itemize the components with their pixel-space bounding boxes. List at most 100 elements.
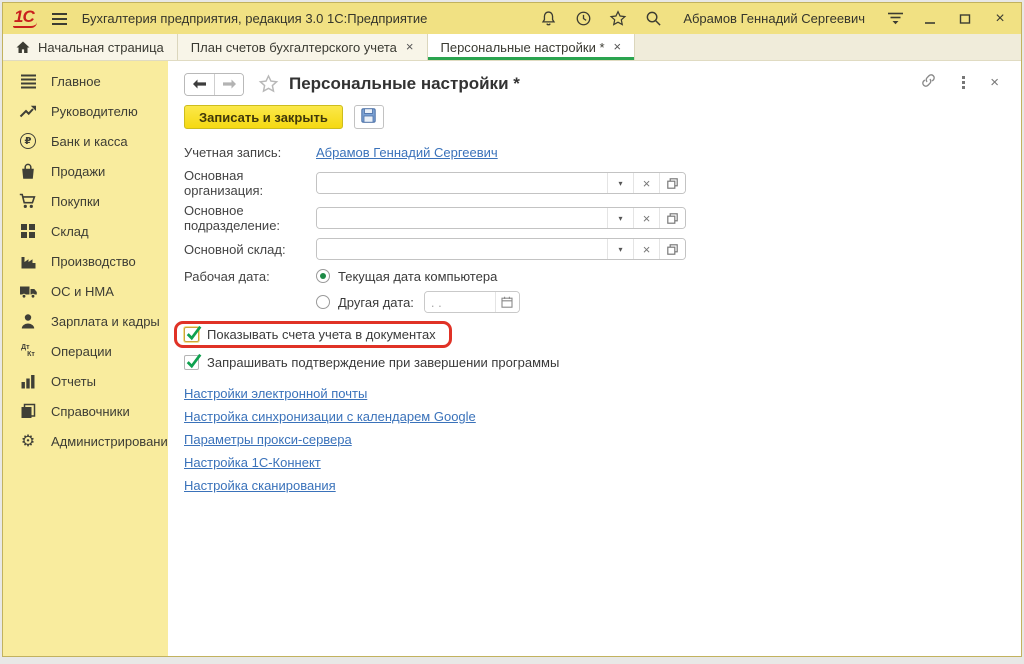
clear-button[interactable]: ×	[633, 208, 659, 228]
link-google-calendar-sync[interactable]: Настройка синхронизации с календарем Goo…	[184, 409, 476, 424]
home-icon	[16, 41, 30, 54]
shopping-cart-icon	[18, 192, 38, 211]
title-bar: 1С Бухгалтерия предприятия, редакция 3.0…	[3, 3, 1021, 34]
tab-label: План счетов бухгалтерского учета	[191, 40, 397, 55]
shopping-bag-icon	[18, 162, 38, 181]
minimize-button[interactable]	[921, 10, 939, 28]
link-proxy-settings[interactable]: Параметры прокси-сервера	[184, 432, 352, 447]
tab-close-icon[interactable]: ×	[614, 41, 622, 53]
main-department-input[interactable]	[317, 208, 607, 228]
form-personal-settings: × Персональные настройки * Записать и	[168, 61, 1021, 656]
close-window-button[interactable]: ×	[991, 10, 1009, 28]
radio-current-date[interactable]	[316, 269, 330, 283]
maximize-button[interactable]	[956, 10, 974, 28]
sidebar-item-prodazhi[interactable]: Продажи	[3, 156, 168, 186]
back-button[interactable]	[185, 74, 214, 95]
account-label: Учетная запись:	[184, 145, 316, 160]
sidebar-item-administrirovanie[interactable]: ⚙ Администрирование	[3, 426, 168, 456]
sidebar-item-proizvodstvo[interactable]: Производство	[3, 246, 168, 276]
open-button[interactable]	[659, 239, 685, 259]
sidebar-item-os-i-nma[interactable]: ОС и НМА	[3, 276, 168, 306]
trend-arrow-icon	[18, 102, 38, 121]
main-menu-icon[interactable]	[51, 12, 68, 26]
tab-home[interactable]: Начальная страница	[3, 34, 178, 60]
ruble-circle-icon: ₽	[18, 132, 38, 151]
current-user[interactable]: Абрамов Геннадий Сергеевич	[683, 11, 865, 26]
main-warehouse-field-group: ▾ ×	[316, 238, 686, 260]
work-date-label: Рабочая дата:	[184, 269, 316, 284]
main-department-field-group: ▾ ×	[316, 207, 686, 229]
service-menu-icon[interactable]	[886, 10, 904, 28]
link-1c-connect-settings[interactable]: Настройка 1С-Коннект	[184, 455, 321, 470]
account-value-link[interactable]: Абрамов Геннадий Сергеевич	[316, 145, 498, 160]
link-1c-connect-row: Настройка 1С-Коннект	[184, 451, 1005, 474]
link-scanning-settings[interactable]: Настройка сканирования	[184, 478, 336, 493]
link-scanning-row: Настройка сканирования	[184, 474, 1005, 497]
close-form-button[interactable]: ×	[990, 76, 999, 89]
calendar-button[interactable]	[495, 292, 519, 312]
sidebar-item-operacii[interactable]: ДтКт Операции	[3, 336, 168, 366]
truck-icon	[18, 282, 38, 301]
main-warehouse-label: Основной склад:	[184, 242, 316, 257]
forward-button[interactable]	[214, 74, 243, 95]
section-panel: Главное Руководителю ₽ Банк и касса Прод…	[3, 61, 168, 656]
main-organization-input[interactable]	[317, 173, 607, 193]
reference-book-icon	[18, 402, 38, 421]
tab-label: Персональные настройки *	[441, 40, 605, 55]
more-menu-icon[interactable]	[962, 76, 965, 89]
bar-chart-icon	[18, 372, 38, 391]
tab-chart-of-accounts[interactable]: План счетов бухгалтерского учета ×	[178, 34, 428, 60]
link-google-calendar-row: Настройка синхронизации с календарем Goo…	[184, 405, 1005, 428]
search-icon[interactable]	[644, 10, 662, 28]
app-title: Бухгалтерия предприятия, редакция 3.0 1С…	[82, 11, 428, 26]
app-window: 1С Бухгалтерия предприятия, редакция 3.0…	[2, 2, 1022, 657]
sidebar-item-glavnoe[interactable]: Главное	[3, 66, 168, 96]
other-date-field-group	[424, 291, 520, 313]
tab-bar: Начальная страница План счетов бухгалтер…	[3, 34, 1021, 61]
debit-credit-icon: ДтКт	[18, 342, 38, 361]
sidebar-item-sklad[interactable]: Склад	[3, 216, 168, 246]
sidebar-item-spravochniki[interactable]: Справочники	[3, 396, 168, 426]
link-email-settings-row: Настройки электронной почты	[184, 382, 1005, 405]
dropdown-button[interactable]: ▾	[607, 173, 633, 193]
sidebar-item-otchety[interactable]: Отчеты	[3, 366, 168, 396]
clear-button[interactable]: ×	[633, 173, 659, 193]
dropdown-button[interactable]: ▾	[607, 239, 633, 259]
page-title: Персональные настройки *	[289, 74, 520, 94]
open-button[interactable]	[659, 208, 685, 228]
checkbox-show-accounts[interactable]	[184, 327, 199, 342]
list-icon	[18, 72, 38, 91]
dropdown-button[interactable]: ▾	[607, 208, 633, 228]
save-button[interactable]	[354, 105, 384, 129]
sidebar-item-rukovoditelyu[interactable]: Руководителю	[3, 96, 168, 126]
link-email-settings[interactable]: Настройки электронной почты	[184, 386, 367, 401]
link-proxy-row: Параметры прокси-сервера	[184, 428, 1005, 451]
tab-label: Начальная страница	[38, 40, 164, 55]
radio-other-date[interactable]	[316, 295, 330, 309]
notifications-bell-icon[interactable]	[539, 10, 557, 28]
history-icon[interactable]	[574, 10, 592, 28]
floppy-disk-icon	[361, 108, 376, 126]
tab-personal-settings[interactable]: Персональные настройки * ×	[428, 34, 636, 60]
sidebar-item-pokupki[interactable]: Покупки	[3, 186, 168, 216]
gear-icon: ⚙	[18, 432, 38, 451]
save-and-close-button[interactable]: Записать и закрыть	[184, 105, 343, 129]
main-organization-field-group: ▾ ×	[316, 172, 686, 194]
nav-history-group	[184, 73, 244, 96]
other-date-input[interactable]	[425, 292, 495, 312]
clear-button[interactable]: ×	[633, 239, 659, 259]
pallet-blocks-icon	[18, 222, 38, 241]
sidebar-item-zarplata-i-kadry[interactable]: Зарплата и кадры	[3, 306, 168, 336]
get-link-icon[interactable]	[920, 73, 937, 91]
add-to-favorites-star-icon[interactable]	[258, 74, 279, 94]
person-icon	[18, 312, 38, 331]
main-warehouse-input[interactable]	[317, 239, 607, 259]
highlight-annotation: Показывать счета учета в документах	[174, 321, 452, 348]
main-organization-label: Основная организация:	[184, 168, 316, 198]
tab-close-icon[interactable]: ×	[406, 41, 414, 53]
sidebar-item-bank-i-kassa[interactable]: ₽ Банк и касса	[3, 126, 168, 156]
checkbox-confirm-on-exit[interactable]	[184, 355, 199, 370]
open-button[interactable]	[659, 173, 685, 193]
1c-logo: 1С	[13, 9, 37, 28]
favorites-star-icon[interactable]	[609, 10, 627, 28]
